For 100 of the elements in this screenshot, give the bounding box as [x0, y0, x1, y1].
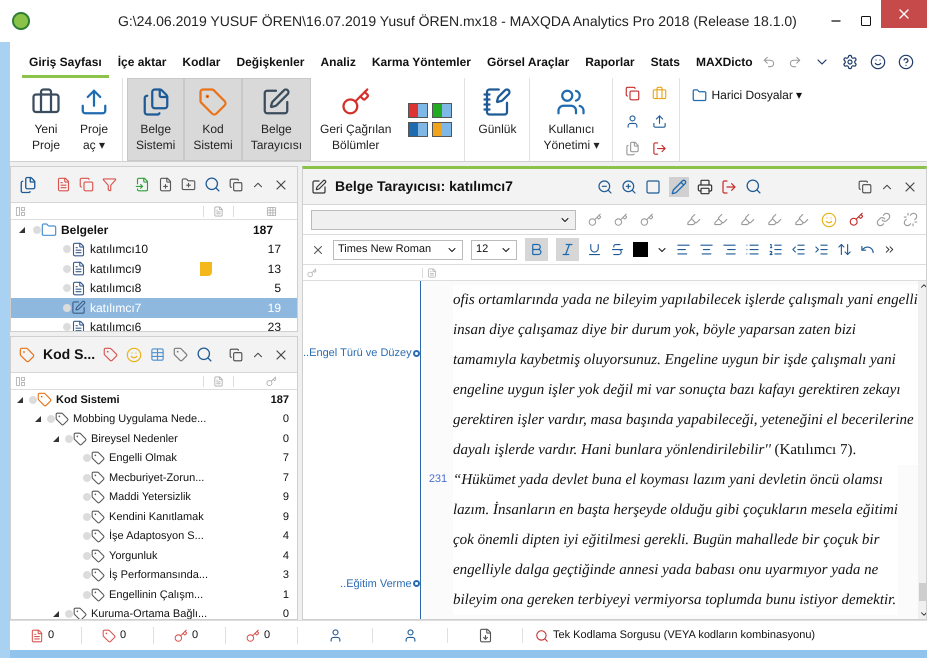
- exit-icon[interactable]: [652, 141, 668, 156]
- redo-icon[interactable]: [788, 55, 802, 69]
- expand-toggle-icon[interactable]: [17, 396, 23, 402]
- code-label[interactable]: İşe Adaptosyon S...: [109, 528, 204, 544]
- new-document-icon[interactable]: [158, 177, 173, 192]
- align-left-icon[interactable]: [676, 242, 691, 257]
- ribbon-tab[interactable]: Karma Yöntemler: [364, 53, 478, 78]
- code-label[interactable]: Mecburiyet-Zorun...: [109, 470, 204, 486]
- folder-label[interactable]: Belgeler: [61, 220, 108, 239]
- indent-icon[interactable]: [814, 242, 829, 257]
- code-label[interactable]: Yorgunluk: [109, 548, 158, 564]
- copy-icon[interactable]: [625, 86, 640, 101]
- expand-toggle-icon[interactable]: [35, 416, 41, 422]
- search-icon[interactable]: [204, 176, 221, 193]
- new-folder-icon[interactable]: [181, 177, 196, 192]
- font-dropdown[interactable]: Times New Roman: [333, 240, 463, 260]
- size-dropdown[interactable]: 12: [471, 240, 517, 260]
- highlighter-icon[interactable]: [686, 212, 701, 227]
- external-files-button[interactable]: Harici Dosyalar ▾: [692, 86, 802, 104]
- line-spacing-icon[interactable]: [837, 242, 852, 257]
- export-icon[interactable]: [720, 178, 737, 194]
- search-icon[interactable]: [196, 346, 214, 363]
- ribbon-tab[interactable]: İçe aktar: [110, 53, 174, 78]
- strikethrough-icon[interactable]: [610, 242, 625, 257]
- edit-mode-icon[interactable]: [668, 176, 689, 196]
- code-label[interactable]: Kuruma-Ortama Bağlı...: [91, 606, 208, 619]
- user-icon[interactable]: [328, 628, 342, 643]
- table-icon[interactable]: [150, 347, 166, 362]
- text-color-icon[interactable]: [633, 242, 648, 257]
- code-label[interactable]: Mobbing Uygulama Nede...: [73, 411, 206, 428]
- export-icon[interactable]: [652, 114, 668, 129]
- bold-button[interactable]: [525, 238, 548, 261]
- hash-icon: [266, 206, 277, 216]
- document-row[interactable]: katılımcı10 17: [11, 240, 297, 259]
- document-row[interactable]: katılımcı6 23: [11, 318, 297, 331]
- documents-icon[interactable]: [19, 176, 37, 194]
- document-row[interactable]: katılımcı9 13: [11, 259, 297, 278]
- zoom-out-icon[interactable]: [596, 178, 613, 194]
- smiley-icon[interactable]: [870, 54, 886, 70]
- coded-count: 187: [252, 222, 274, 239]
- undock-icon[interactable]: [229, 178, 243, 192]
- ribbon-tab[interactable]: Değişkenler: [229, 53, 312, 78]
- users-icon[interactable]: [556, 87, 586, 117]
- outdent-icon[interactable]: [791, 242, 806, 257]
- expand-toggle-icon[interactable]: [19, 226, 25, 233]
- undock-icon[interactable]: [229, 348, 243, 362]
- ribbon-button[interactable]: Kod Sistemi: [184, 78, 242, 161]
- unlink-icon[interactable]: [903, 212, 918, 227]
- documents-icon[interactable]: [140, 87, 171, 117]
- ribbon-button[interactable]: Belge Sistemi: [127, 78, 184, 161]
- expand-toggle-icon[interactable]: [53, 436, 59, 442]
- copy-icon[interactable]: [78, 177, 94, 192]
- ribbon-tab[interactable]: Görsel Araçlar: [480, 53, 576, 78]
- print-icon[interactable]: [696, 178, 713, 194]
- zoom-in-icon[interactable]: [620, 178, 637, 194]
- tag-icon: [91, 529, 105, 544]
- scrollbar-thumb[interactable]: [919, 583, 926, 601]
- code-label[interactable]: İş Performansında...: [109, 567, 208, 584]
- bullet-list-icon[interactable]: [745, 242, 760, 257]
- align-center-icon[interactable]: [699, 242, 714, 257]
- import-icon[interactable]: [135, 177, 150, 192]
- settings-icon[interactable]: [842, 54, 858, 70]
- highlighter-icon[interactable]: [713, 212, 728, 227]
- code-label[interactable]: Bireysel Nedenler: [91, 430, 178, 447]
- ribbon-tab[interactable]: Analiz: [313, 53, 363, 78]
- code-label[interactable]: Maddi Yetersizlik: [109, 489, 191, 506]
- ribbon-tab[interactable]: MAXDicto: [688, 53, 760, 78]
- code-label[interactable]: Engelli Olmak: [109, 450, 177, 466]
- code-label[interactable]: Kendini Kanıtlamak: [109, 508, 204, 525]
- underline-icon[interactable]: [587, 242, 602, 257]
- undock-icon[interactable]: [858, 180, 872, 194]
- highlighter-icon[interactable]: [740, 212, 755, 227]
- ribbon-tab[interactable]: Raporlar: [578, 53, 642, 78]
- filter-icon[interactable]: [102, 177, 116, 192]
- document-icon[interactable]: [56, 177, 70, 192]
- user-icon[interactable]: [402, 628, 418, 643]
- document-edit-icon[interactable]: [261, 87, 292, 117]
- numbered-list-icon[interactable]: [768, 242, 783, 257]
- ribbon-button[interactable]: Belge Tarayıcısı: [242, 78, 312, 161]
- document-row[interactable]: katılımcı8 5: [11, 278, 297, 298]
- coded-count: 3: [282, 568, 289, 583]
- text-line: dayalı işlerde vardır. Hani bunlara yönlendirilebilir'' (Katılımcı 7).: [453, 441, 858, 460]
- ribbon-tab[interactable]: Stats: [644, 53, 687, 78]
- highlighter-icon[interactable]: [767, 212, 782, 227]
- documents-icon[interactable]: [625, 141, 640, 156]
- italic-button[interactable]: [556, 238, 579, 261]
- code-label[interactable]: Engellinin Çalışm...: [109, 586, 204, 603]
- highlighter-icon[interactable]: [794, 212, 809, 227]
- ribbon-tab[interactable]: Kodlar: [175, 53, 228, 78]
- help-icon[interactable]: [898, 54, 914, 70]
- align-right-icon[interactable]: [722, 242, 737, 257]
- code-label[interactable]: Kod Sistemi: [56, 392, 120, 408]
- search-icon[interactable]: [744, 178, 762, 195]
- tag-icon[interactable]: [103, 347, 118, 362]
- upload-icon[interactable]: [79, 87, 109, 117]
- new-code-icon[interactable]: [173, 347, 188, 362]
- user-icon[interactable]: [625, 114, 640, 129]
- document-download-icon[interactable]: [478, 628, 492, 643]
- notebook-icon[interactable]: [482, 87, 512, 117]
- link-icon[interactable]: [876, 212, 891, 227]
